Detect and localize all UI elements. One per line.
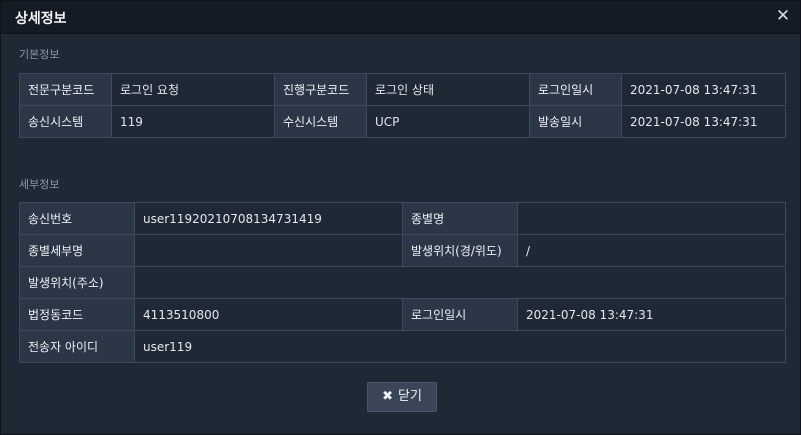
header-cell: 발송일시 <box>529 105 622 138</box>
basic-info-table: 전문구분코드 로그인 요청 진행구분코드 로그인 상태 로그인일시 2021-0… <box>19 73 786 138</box>
value-cell: 2021-07-08 13:47:31 <box>517 298 786 331</box>
table-row: 송신시스템 119 수신시스템 UCP 발송일시 2021-07-08 13:4… <box>19 105 786 138</box>
value-cell: 로그인 요청 <box>111 73 275 106</box>
header-cell: 발생위치(주소) <box>19 266 135 299</box>
table-row: 전문구분코드 로그인 요청 진행구분코드 로그인 상태 로그인일시 2021-0… <box>19 73 786 106</box>
value-cell: UCP <box>366 105 530 138</box>
header-cell: 진행구분코드 <box>274 73 367 106</box>
value-cell: 로그인 상태 <box>366 73 530 106</box>
value-cell: / <box>517 234 786 267</box>
close-icon[interactable]: ✕ <box>773 6 793 26</box>
table-row: 송신번호 user11920210708134731419 종별명 <box>19 202 786 235</box>
value-cell: 2021-07-08 13:47:31 <box>621 73 786 106</box>
detail-info-table: 송신번호 user11920210708134731419 종별명 종별세부명 … <box>19 202 786 363</box>
dialog-titlebar: 상세정보 ✕ <box>1 1 800 34</box>
table-row: 법정동코드 4113510800 로그인일시 2021-07-08 13:47:… <box>19 298 786 331</box>
close-button-label: 닫기 <box>397 389 422 404</box>
close-icon: ✖ <box>382 389 393 404</box>
basic-info-label: 기본정보 <box>19 48 60 61</box>
table-row: 발생위치(주소) <box>19 266 786 299</box>
value-cell <box>134 266 786 299</box>
header-cell: 종별명 <box>402 202 518 235</box>
dialog-title: 상세정보 <box>15 11 67 27</box>
header-cell: 로그인일시 <box>529 73 622 106</box>
value-cell <box>134 234 403 267</box>
value-cell: user11920210708134731419 <box>134 202 403 235</box>
close-button[interactable]: ✖ 닫기 <box>367 382 437 412</box>
table-row: 종별세부명 발생위치(경/위도) / <box>19 234 786 267</box>
header-cell: 로그인일시 <box>402 298 518 331</box>
value-cell: 4113510800 <box>134 298 403 331</box>
table-row: 전송자 아이디 user119 <box>19 330 786 363</box>
value-cell: 2021-07-08 13:47:31 <box>621 105 786 138</box>
value-cell: 119 <box>111 105 275 138</box>
header-cell: 법정동코드 <box>19 298 135 331</box>
header-cell: 전송자 아이디 <box>19 330 135 363</box>
detail-dialog: 상세정보 ✕ 기본정보 전문구분코드 로그인 요청 진행구분코드 로그인 상태 … <box>0 0 801 435</box>
header-cell: 발생위치(경/위도) <box>402 234 518 267</box>
header-cell: 종별세부명 <box>19 234 135 267</box>
header-cell: 전문구분코드 <box>19 73 112 106</box>
header-cell: 수신시스템 <box>274 105 367 138</box>
detail-info-label: 세부정보 <box>19 178 60 191</box>
value-cell: user119 <box>134 330 786 363</box>
header-cell: 송신시스템 <box>19 105 112 138</box>
value-cell <box>517 202 786 235</box>
header-cell: 송신번호 <box>19 202 135 235</box>
